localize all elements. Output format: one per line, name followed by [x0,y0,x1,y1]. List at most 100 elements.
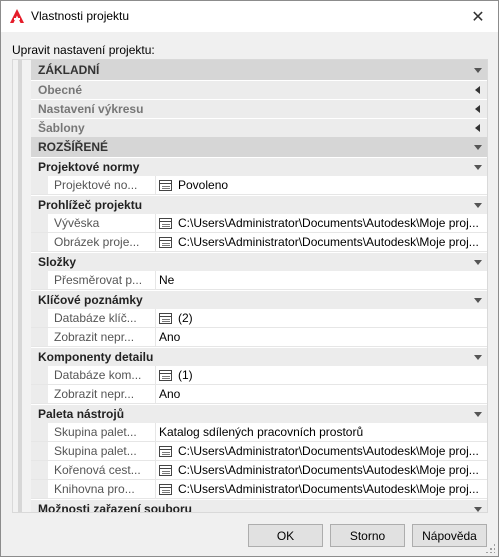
list-icon[interactable] [159,236,172,248]
collapse-arrow-icon[interactable] [475,105,480,113]
property-value[interactable]: Katalog sdílených pracovních prostorů [156,423,487,441]
property-row[interactable]: Knihovna pro... C:\Users\Administrator\Do… [31,480,487,499]
group-label: ZÁKLADNÍ [38,63,100,77]
property-name: Skupina palet... [48,423,156,441]
expand-arrow-icon[interactable] [474,145,482,150]
collapsed-group-header[interactable]: Šablony [31,118,487,137]
list-icon[interactable] [159,464,172,476]
property-value[interactable]: (2) [156,309,487,327]
property-value-text: Ano [159,387,181,401]
group-header[interactable]: Klíčové poznámky [31,290,487,309]
autocad-logo-icon [10,9,24,23]
property-row[interactable]: Skupina palet... Katalog sdílených pracov… [31,423,487,442]
grid-left-strip [13,60,31,512]
row-indent [31,214,48,232]
group-label: Projektové normy [38,160,140,174]
group-label: Složky [38,255,77,269]
group-label: Komponenty detailu [38,350,154,364]
expand-arrow-icon[interactable] [474,412,482,417]
property-value[interactable]: Ano [156,385,487,403]
property-value-text: C:\Users\Administrator\Documents\Autodes… [178,444,479,458]
group-header[interactable]: Paleta nástrojů [31,404,487,423]
property-row[interactable]: Kořenová cest... C:\Users\Administrator\D… [31,461,487,480]
close-icon: ✕ [471,8,485,26]
property-value-text: (1) [178,368,193,382]
property-value[interactable]: C:\Users\Administrator\Documents\Autodes… [156,214,487,232]
row-indent [31,233,48,251]
row-indent [31,423,48,441]
property-value-text: Ne [159,273,175,287]
property-name: Skupina palet... [48,442,156,460]
help-button[interactable]: Nápověda [412,524,487,547]
collapsed-group-header[interactable]: Obecné [31,80,487,99]
cancel-button[interactable]: Storno [330,524,405,547]
property-value[interactable]: Povoleno [156,176,487,194]
expand-arrow-icon[interactable] [474,260,482,265]
expand-arrow-icon[interactable] [474,68,482,73]
property-row[interactable]: Databáze kom... (1) [31,366,487,385]
property-row[interactable]: Zobrazit nepr... Ano [31,328,487,347]
group-label: Šablony [38,121,85,135]
property-row[interactable]: Databáze klíč... (2) [31,309,487,328]
group-label: Možnosti zařazení souboru [38,502,193,513]
property-value-text: Katalog sdílených pracovních prostorů [159,425,364,439]
property-value-text: Povoleno [178,178,229,192]
property-row[interactable]: Projektové no... Povoleno [31,176,487,195]
close-button[interactable]: ✕ [458,1,498,32]
project-properties-dialog: Vlastnosti projektu ✕ Upravit nastavení … [0,0,499,557]
property-name: Přesměrovat p... [48,271,156,289]
list-icon[interactable] [159,369,172,381]
list-icon[interactable] [159,179,172,191]
row-indent [31,309,48,327]
category-header[interactable]: ROZŠÍŘENÉ [31,137,487,157]
group-header[interactable]: Možnosti zařazení souboru [31,499,487,513]
property-row[interactable]: Vývěska C:\Users\Administrator\Documents\… [31,214,487,233]
property-value[interactable]: Ne [156,271,487,289]
property-name: Projektové no... [48,176,156,194]
group-label: Nastavení výkresu [38,102,144,116]
property-value[interactable]: C:\Users\Administrator\Documents\Autodes… [156,461,487,479]
property-name: Knihovna pro... [48,480,156,498]
collapse-arrow-icon[interactable] [475,86,480,94]
expand-arrow-icon[interactable] [474,165,482,170]
property-value[interactable]: Ano [156,328,487,346]
property-name: Vývěska [48,214,156,232]
collapse-arrow-icon[interactable] [475,124,480,132]
property-value[interactable]: C:\Users\Administrator\Documents\Autodes… [156,442,487,460]
property-value-text: C:\Users\Administrator\Documents\Autodes… [178,482,479,496]
expand-arrow-icon[interactable] [474,298,482,303]
property-row[interactable]: Zobrazit nepr... Ano [31,385,487,404]
collapsed-group-header[interactable]: Nastavení výkresu [31,99,487,118]
category-header[interactable]: ZÁKLADNÍ [31,60,487,80]
property-row[interactable]: Skupina palet... C:\Users\Administrator\D… [31,442,487,461]
group-header[interactable]: Prohlížeč projektu [31,195,487,214]
property-name: Kořenová cest... [48,461,156,479]
property-row[interactable]: Obrázek proje... C:\Users\Administrator\D… [31,233,487,252]
group-header[interactable]: Komponenty detailu [31,347,487,366]
group-header[interactable]: Složky [31,252,487,271]
property-row[interactable]: Přesměrovat p... Ne [31,271,487,290]
property-value[interactable]: (1) [156,366,487,384]
group-label: Klíčové poznámky [38,293,143,307]
property-value-text: (2) [178,311,193,325]
list-icon[interactable] [159,312,172,324]
row-indent [31,461,48,479]
list-icon[interactable] [159,445,172,457]
expand-arrow-icon[interactable] [474,355,482,360]
property-name: Databáze kom... [48,366,156,384]
property-value-text: C:\Users\Administrator\Documents\Autodes… [178,235,479,249]
property-value-text: C:\Users\Administrator\Documents\Autodes… [178,216,479,230]
property-name: Zobrazit nepr... [48,385,156,403]
property-grid[interactable]: ZÁKLADNÍ Obecné Nastavení výkresu Šablony RO… [12,59,488,513]
group-header[interactable]: Projektové normy [31,157,487,176]
list-icon[interactable] [159,217,172,229]
row-indent [31,366,48,384]
list-icon[interactable] [159,483,172,495]
group-label: Prohlížeč projektu [38,198,143,212]
property-value[interactable]: C:\Users\Administrator\Documents\Autodes… [156,233,487,251]
expand-arrow-icon[interactable] [474,203,482,208]
property-value[interactable]: C:\Users\Administrator\Documents\Autodes… [156,480,487,498]
expand-arrow-icon[interactable] [474,507,482,512]
row-indent [31,271,48,289]
ok-button[interactable]: OK [248,524,323,547]
